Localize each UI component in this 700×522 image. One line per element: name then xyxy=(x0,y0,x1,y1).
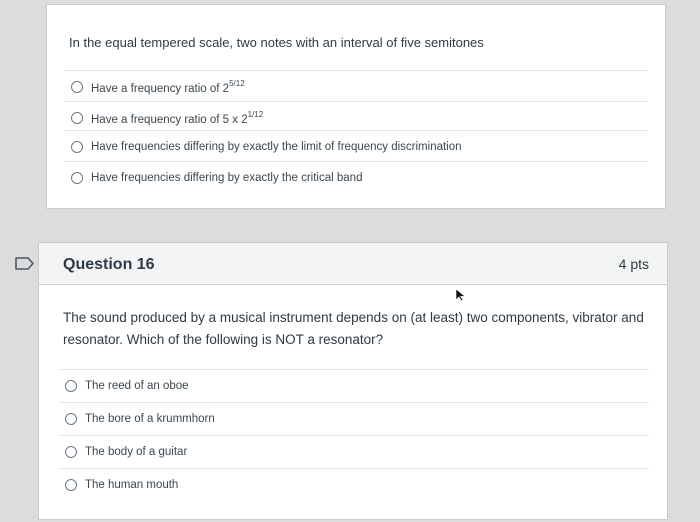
question-15-card: In the equal tempered scale, two notes w… xyxy=(46,4,666,209)
question-header: Question 16 4 pts xyxy=(39,243,667,285)
radio-button-icon[interactable] xyxy=(65,379,77,392)
q15-answer-2[interactable]: Have a frequency ratio of 5 x 21/12 xyxy=(65,101,647,133)
q15-answer-1[interactable]: Have a frequency ratio of 25/12 xyxy=(65,70,647,102)
question-title: Question 16 xyxy=(63,256,155,273)
answer-label: Have frequencies differing by exactly th… xyxy=(91,140,462,153)
q16-answer-4[interactable]: The human mouth xyxy=(59,468,649,500)
exponent: 5/12 xyxy=(229,78,245,88)
answer-label: The reed of an oboe xyxy=(85,379,189,392)
q16-answer-2[interactable]: The bore of a krummhorn xyxy=(59,402,649,434)
question-15-prompt: In the equal tempered scale, two notes w… xyxy=(69,35,484,50)
q15-answer-3[interactable]: Have frequencies differing by exactly th… xyxy=(65,130,647,162)
answer-label: The body of a guitar xyxy=(85,445,188,458)
answer-label: Have frequencies differing by exactly th… xyxy=(91,171,363,184)
answer-label: Have a frequency ratio of 25/12 xyxy=(91,78,245,95)
radio-button-icon[interactable] xyxy=(71,80,83,93)
radio-button-icon[interactable] xyxy=(71,140,83,153)
q15-answer-4[interactable]: Have frequencies differing by exactly th… xyxy=(65,161,647,193)
radio-button-icon[interactable] xyxy=(65,478,77,491)
q16-answer-3[interactable]: The body of a guitar xyxy=(59,435,649,467)
answer-label: The bore of a krummhorn xyxy=(85,412,215,425)
mouse-pointer-icon xyxy=(455,288,466,302)
question-16-prompt: The sound produced by a musical instrume… xyxy=(63,310,644,347)
radio-button-icon[interactable] xyxy=(71,171,83,184)
flag-outline-icon[interactable] xyxy=(15,257,35,270)
radio-button-icon[interactable] xyxy=(65,412,77,425)
answer-label: Have a frequency ratio of 5 x 21/12 xyxy=(91,109,264,126)
q16-answer-1[interactable]: The reed of an oboe xyxy=(59,369,649,401)
radio-button-icon[interactable] xyxy=(71,111,83,124)
exponent: 1/12 xyxy=(247,109,264,119)
radio-button-icon[interactable] xyxy=(65,445,77,458)
question-16-card: Question 16 4 pts The sound produced by … xyxy=(38,242,668,520)
answer-label: The human mouth xyxy=(85,478,179,491)
question-points: 4 pts xyxy=(618,256,649,272)
